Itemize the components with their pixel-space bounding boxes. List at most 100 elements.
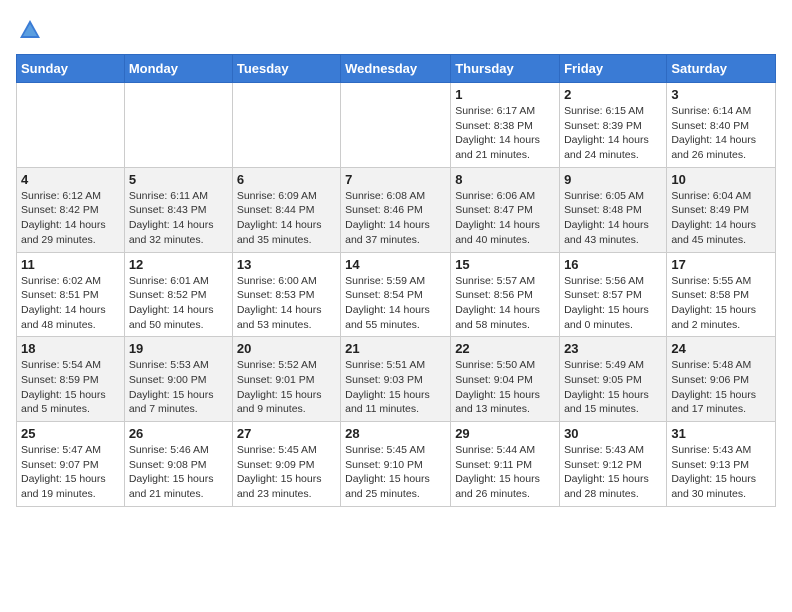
calendar-week-row: 4Sunrise: 6:12 AM Sunset: 8:42 PM Daylig… [17, 167, 776, 252]
calendar-cell: 15Sunrise: 5:57 AM Sunset: 8:56 PM Dayli… [451, 252, 560, 337]
day-detail: Sunrise: 5:43 AM Sunset: 9:12 PM Dayligh… [564, 443, 662, 502]
day-number: 12 [129, 257, 228, 272]
calendar-cell: 20 Sunrise: 5:52 AM Sunset: 9:01 PM Dayli… [232, 337, 340, 422]
day-detail: Sunrise: 5:57 AM Sunset: 8:56 PM Dayligh… [455, 274, 555, 333]
day-number: 29 [455, 426, 555, 441]
day-detail: Sunrise: 6:06 AM Sunset: 8:47 PM Dayligh… [455, 189, 555, 248]
day-detail: Sunrise: 5:52 AM Sunset: 9:01 PM Dayligh… [237, 358, 336, 417]
day-detail: Sunrise: 6:17 AM Sunset: 8:38 PM Dayligh… [455, 104, 555, 163]
day-detail: Sunrise: 6:05 AM Sunset: 8:48 PM Dayligh… [564, 189, 662, 248]
calendar-cell: 31 Sunrise: 5:43 AM Sunset: 9:13 PM Dayli… [667, 422, 776, 507]
header-sunday: Sunday [17, 55, 125, 83]
day-detail: Sunrise: 5:48 AM Sunset: 9:06 PM Dayligh… [671, 358, 771, 417]
calendar-cell: 7 Sunrise: 6:08 AM Sunset: 8:46 PM Daylig… [341, 167, 451, 252]
day-number: 23 [564, 341, 662, 356]
calendar-cell: 5 Sunrise: 6:11 AM Sunset: 8:43 PM Daylig… [124, 167, 232, 252]
day-detail: Sunrise: 6:09 AM Sunset: 8:44 PM Dayligh… [237, 189, 336, 248]
header-saturday: Saturday [667, 55, 776, 83]
day-number: 10 [671, 172, 771, 187]
calendar-cell [124, 83, 232, 168]
calendar-cell: 19 Sunrise: 5:53 AM Sunset: 9:00 PM Dayli… [124, 337, 232, 422]
day-number: 14 [345, 257, 446, 272]
day-number: 22 [455, 341, 555, 356]
calendar-header-row: SundayMondayTuesdayWednesdayThursdayFrid… [17, 55, 776, 83]
day-number: 31 [671, 426, 771, 441]
calendar-cell: 4Sunrise: 6:12 AM Sunset: 8:42 PM Daylig… [17, 167, 125, 252]
day-number: 17 [671, 257, 771, 272]
calendar-cell: 13Sunrise: 6:00 AM Sunset: 8:53 PM Dayli… [232, 252, 340, 337]
day-number: 9 [564, 172, 662, 187]
header-monday: Monday [124, 55, 232, 83]
calendar-cell [341, 83, 451, 168]
day-detail: Sunrise: 6:15 AM Sunset: 8:39 PM Dayligh… [564, 104, 662, 163]
day-number: 25 [21, 426, 120, 441]
calendar-cell: 12 Sunrise: 6:01 AM Sunset: 8:52 PM Dayli… [124, 252, 232, 337]
day-number: 16 [564, 257, 662, 272]
header-thursday: Thursday [451, 55, 560, 83]
day-detail: Sunrise: 6:02 AM Sunset: 8:51 PM Dayligh… [21, 274, 120, 333]
calendar-cell: 3 Sunrise: 6:14 AM Sunset: 8:40 PM Daylig… [667, 83, 776, 168]
calendar-cell: 27Sunrise: 5:45 AM Sunset: 9:09 PM Dayli… [232, 422, 340, 507]
day-number: 4 [21, 172, 120, 187]
calendar-cell: 25 Sunrise: 5:47 AM Sunset: 9:07 PM Dayli… [17, 422, 125, 507]
day-detail: Sunrise: 6:08 AM Sunset: 8:46 PM Dayligh… [345, 189, 446, 248]
calendar-week-row: 18 Sunrise: 5:54 AM Sunset: 8:59 PM Dayli… [17, 337, 776, 422]
day-number: 3 [671, 87, 771, 102]
day-number: 1 [455, 87, 555, 102]
day-number: 6 [237, 172, 336, 187]
calendar-cell [17, 83, 125, 168]
calendar-cell [232, 83, 340, 168]
day-detail: Sunrise: 5:55 AM Sunset: 8:58 PM Dayligh… [671, 274, 771, 333]
day-detail: Sunrise: 5:54 AM Sunset: 8:59 PM Dayligh… [21, 358, 120, 417]
calendar-cell: 22 Sunrise: 5:50 AM Sunset: 9:04 PM Dayli… [451, 337, 560, 422]
calendar-table: SundayMondayTuesdayWednesdayThursdayFrid… [16, 54, 776, 507]
day-detail: Sunrise: 6:04 AM Sunset: 8:49 PM Dayligh… [671, 189, 771, 248]
day-detail: Sunrise: 6:01 AM Sunset: 8:52 PM Dayligh… [129, 274, 228, 333]
day-detail: Sunrise: 6:11 AM Sunset: 8:43 PM Dayligh… [129, 189, 228, 248]
calendar-cell: 6 Sunrise: 6:09 AM Sunset: 8:44 PM Daylig… [232, 167, 340, 252]
header-tuesday: Tuesday [232, 55, 340, 83]
header-wednesday: Wednesday [341, 55, 451, 83]
day-number: 21 [345, 341, 446, 356]
calendar-cell: 11 Sunrise: 6:02 AM Sunset: 8:51 PM Dayli… [17, 252, 125, 337]
calendar-cell: 28 Sunrise: 5:45 AM Sunset: 9:10 PM Dayli… [341, 422, 451, 507]
logo-icon [16, 16, 44, 44]
day-detail: Sunrise: 5:53 AM Sunset: 9:00 PM Dayligh… [129, 358, 228, 417]
logo [16, 16, 48, 44]
calendar-cell: 18 Sunrise: 5:54 AM Sunset: 8:59 PM Dayli… [17, 337, 125, 422]
calendar-cell: 24 Sunrise: 5:48 AM Sunset: 9:06 PM Dayli… [667, 337, 776, 422]
day-number: 30 [564, 426, 662, 441]
day-number: 2 [564, 87, 662, 102]
calendar-cell: 9 Sunrise: 6:05 AM Sunset: 8:48 PM Daylig… [560, 167, 667, 252]
calendar-week-row: 1 Sunrise: 6:17 AM Sunset: 8:38 PM Daylig… [17, 83, 776, 168]
day-number: 8 [455, 172, 555, 187]
day-number: 28 [345, 426, 446, 441]
day-number: 5 [129, 172, 228, 187]
calendar-cell: 26Sunrise: 5:46 AM Sunset: 9:08 PM Dayli… [124, 422, 232, 507]
day-detail: Sunrise: 5:50 AM Sunset: 9:04 PM Dayligh… [455, 358, 555, 417]
day-detail: Sunrise: 5:46 AM Sunset: 9:08 PM Dayligh… [129, 443, 228, 502]
calendar-cell: 17 Sunrise: 5:55 AM Sunset: 8:58 PM Dayli… [667, 252, 776, 337]
day-number: 19 [129, 341, 228, 356]
day-detail: Sunrise: 5:44 AM Sunset: 9:11 PM Dayligh… [455, 443, 555, 502]
day-detail: Sunrise: 5:51 AM Sunset: 9:03 PM Dayligh… [345, 358, 446, 417]
day-number: 7 [345, 172, 446, 187]
day-detail: Sunrise: 5:47 AM Sunset: 9:07 PM Dayligh… [21, 443, 120, 502]
calendar-week-row: 25 Sunrise: 5:47 AM Sunset: 9:07 PM Dayli… [17, 422, 776, 507]
calendar-cell: 8 Sunrise: 6:06 AM Sunset: 8:47 PM Daylig… [451, 167, 560, 252]
day-detail: Sunrise: 6:00 AM Sunset: 8:53 PM Dayligh… [237, 274, 336, 333]
calendar-cell: 1 Sunrise: 6:17 AM Sunset: 8:38 PM Daylig… [451, 83, 560, 168]
day-detail: Sunrise: 5:45 AM Sunset: 9:10 PM Dayligh… [345, 443, 446, 502]
calendar-cell: 14Sunrise: 5:59 AM Sunset: 8:54 PM Dayli… [341, 252, 451, 337]
day-number: 24 [671, 341, 771, 356]
day-detail: Sunrise: 6:14 AM Sunset: 8:40 PM Dayligh… [671, 104, 771, 163]
calendar-cell: 10 Sunrise: 6:04 AM Sunset: 8:49 PM Dayli… [667, 167, 776, 252]
calendar-week-row: 11 Sunrise: 6:02 AM Sunset: 8:51 PM Dayli… [17, 252, 776, 337]
day-detail: Sunrise: 5:43 AM Sunset: 9:13 PM Dayligh… [671, 443, 771, 502]
day-number: 18 [21, 341, 120, 356]
calendar-cell: 2 Sunrise: 6:15 AM Sunset: 8:39 PM Daylig… [560, 83, 667, 168]
day-number: 27 [237, 426, 336, 441]
day-number: 11 [21, 257, 120, 272]
day-number: 20 [237, 341, 336, 356]
calendar-cell: 30 Sunrise: 5:43 AM Sunset: 9:12 PM Dayli… [560, 422, 667, 507]
